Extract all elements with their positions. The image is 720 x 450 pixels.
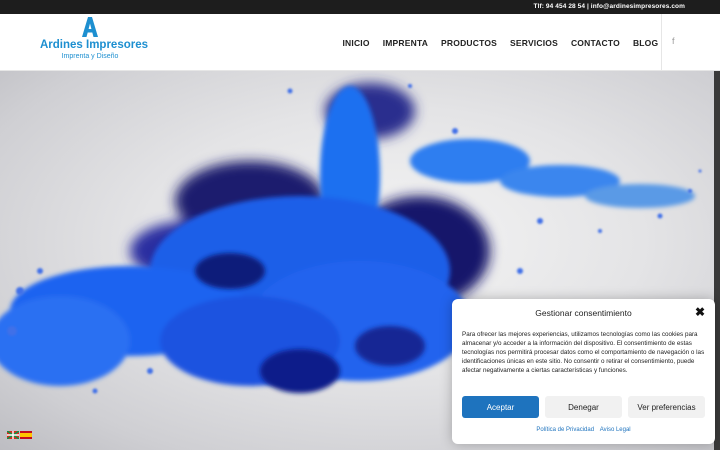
nav-item-contacto[interactable]: CONTACTO (564, 28, 626, 58)
legal-notice-link[interactable]: Aviso Legal (600, 427, 631, 433)
deny-button[interactable]: Denegar (545, 396, 622, 418)
main-nav: INICIO IMPRENTA PRODUCTOS SERVICIOS CONT… (336, 28, 665, 58)
logo-tagline: Imprenta y Diseño (61, 53, 119, 60)
es-flag-icon[interactable] (20, 431, 32, 439)
preferences-button[interactable]: Ver preferencias (628, 396, 705, 418)
site-logo[interactable]: Ardines Impresores Imprenta y Diseño (40, 17, 149, 69)
cookie-links: Política de Privacidad Aviso Legal (452, 427, 715, 433)
facebook-icon[interactable]: f (672, 36, 675, 46)
top-bar: Tlf: 94 454 28 54 | info@ardinesimpresor… (0, 0, 720, 14)
contact-info[interactable]: Tlf: 94 454 28 54 | info@ardinesimpresor… (534, 3, 685, 10)
accept-button[interactable]: Aceptar (462, 396, 539, 418)
nav-divider (661, 14, 662, 71)
privacy-policy-link[interactable]: Política de Privacidad (536, 427, 594, 433)
logo-mark-icon (82, 17, 98, 37)
cookie-title: Gestionar consentimiento (535, 308, 632, 318)
eu-flag-icon[interactable] (7, 431, 19, 439)
nav-item-blog[interactable]: BLOG (626, 28, 664, 58)
nav-item-servicios[interactable]: SERVICIOS (504, 28, 565, 58)
close-icon[interactable]: ✖ (695, 305, 705, 319)
language-switcher (7, 431, 32, 439)
nav-item-imprenta[interactable]: IMPRENTA (376, 28, 434, 58)
cookie-consent-dialog: Gestionar consentimiento ✖ Para ofrecer … (452, 299, 715, 444)
logo-name: Ardines Impresores (40, 39, 149, 51)
cookie-message: Para ofrecer las mejores experiencias, u… (462, 331, 705, 374)
nav-item-productos[interactable]: PRODUCTOS (435, 28, 504, 58)
site-header: Ardines Impresores Imprenta y Diseño INI… (0, 14, 720, 71)
nav-item-inicio[interactable]: INICIO (336, 28, 376, 58)
